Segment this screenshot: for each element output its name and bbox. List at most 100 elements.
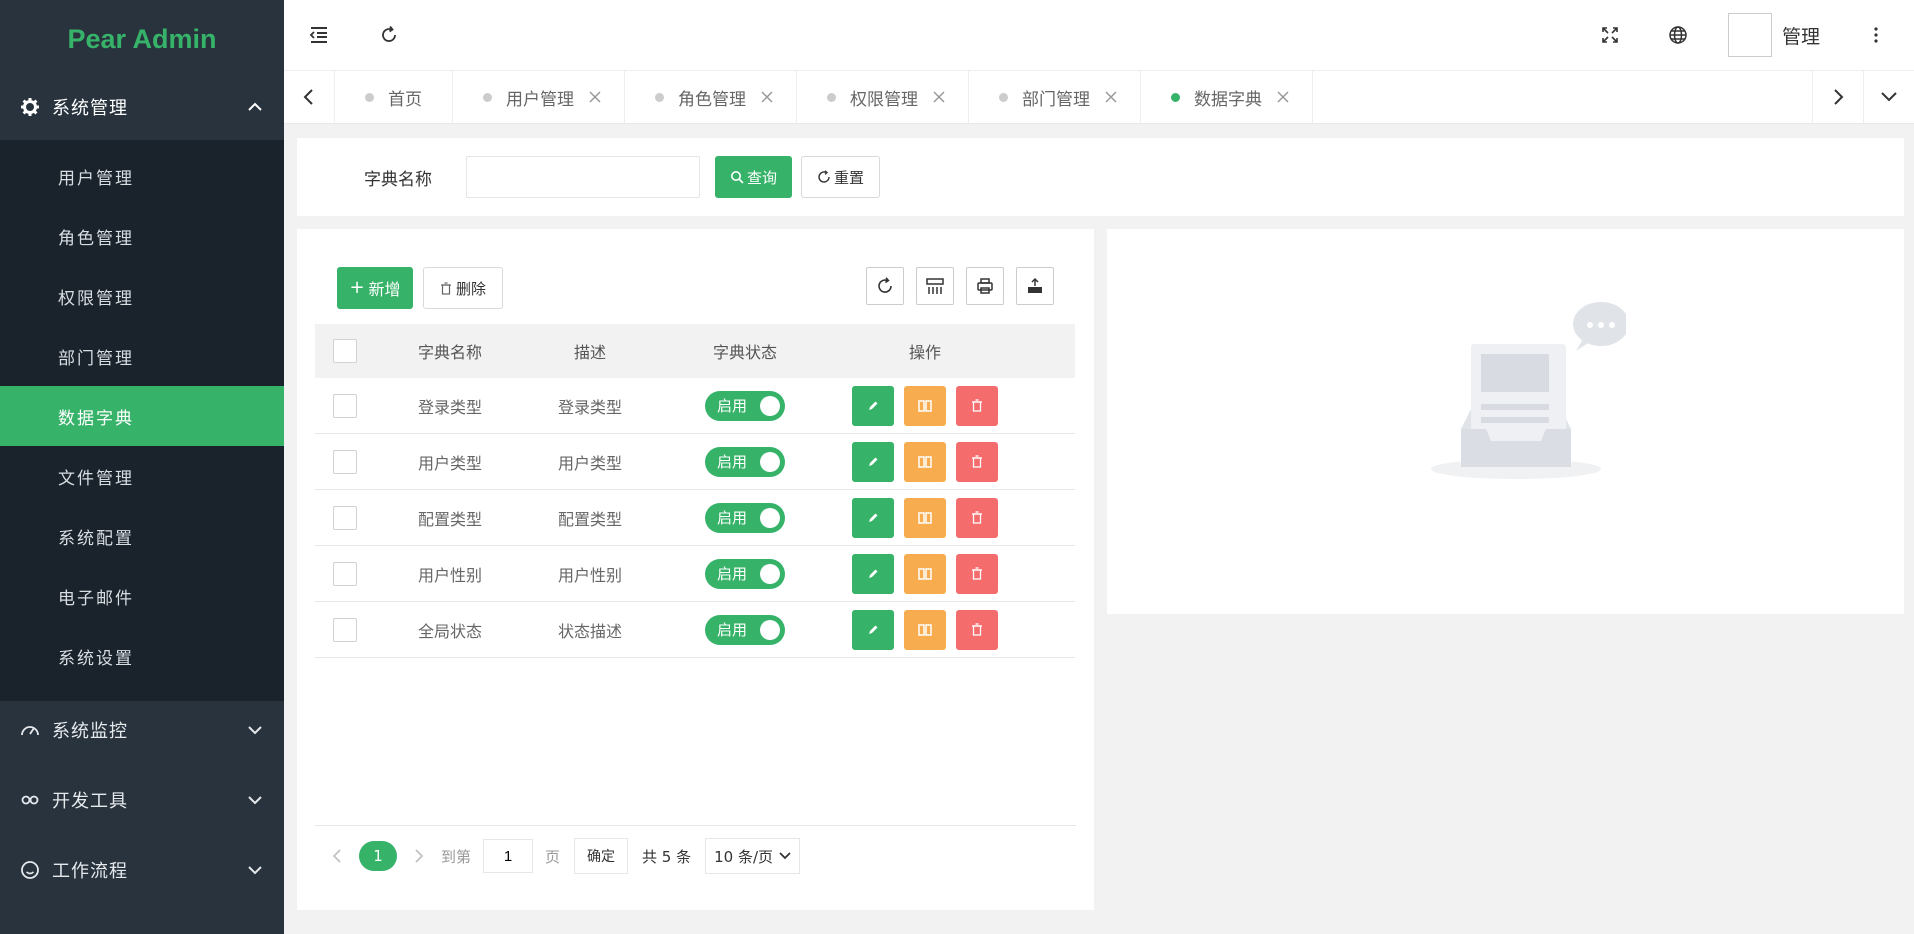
row-checkbox[interactable] xyxy=(333,449,357,474)
table-toolbar: + 新增 删除 xyxy=(337,267,503,309)
more-options-button[interactable] xyxy=(1856,0,1896,70)
query-button[interactable]: 查询 xyxy=(715,156,792,198)
detail-button[interactable] xyxy=(904,385,946,426)
goto-page-input[interactable] xyxy=(483,839,534,873)
page-number-current[interactable]: 1 xyxy=(359,841,397,871)
delete-button[interactable] xyxy=(956,441,998,482)
row-checkbox[interactable] xyxy=(333,393,357,418)
columns-icon xyxy=(918,623,932,636)
detail-button[interactable] xyxy=(904,609,946,650)
tab-label: 部门管理 xyxy=(1022,89,1090,110)
tab-menu-button[interactable] xyxy=(1864,71,1914,123)
sidebar-item-email[interactable]: 电子邮件 xyxy=(0,566,284,626)
tab-permissions[interactable]: 权限管理 xyxy=(797,71,969,123)
column-header-name: 字典名称 xyxy=(417,343,482,362)
detail-button[interactable] xyxy=(904,553,946,594)
chevron-right-icon[interactable] xyxy=(409,846,429,866)
tab-dictionary[interactable]: 数据字典 xyxy=(1141,71,1313,123)
tab-label: 用户管理 xyxy=(506,89,574,110)
reset-button[interactable]: 重置 xyxy=(801,156,880,198)
menu-group-workflow[interactable]: 工作流程 xyxy=(0,835,284,905)
table-refresh-button[interactable] xyxy=(866,267,904,305)
delete-button[interactable] xyxy=(956,609,998,650)
user-name[interactable]: 管理 xyxy=(1782,22,1820,49)
detail-button[interactable] xyxy=(904,441,946,482)
row-checkbox[interactable] xyxy=(333,617,357,642)
table-columns-button[interactable] xyxy=(916,267,954,305)
pencil-icon xyxy=(869,457,878,466)
edit-button[interactable] xyxy=(852,385,894,426)
close-icon[interactable] xyxy=(932,90,946,104)
sidebar-item-roles[interactable]: 角色管理 xyxy=(0,206,284,266)
tab-dot xyxy=(827,92,836,102)
edit-button[interactable] xyxy=(852,609,894,650)
refresh-icon xyxy=(818,170,830,183)
table-export-button[interactable] xyxy=(1016,267,1054,305)
cell-desc: 用户类型 xyxy=(557,453,622,473)
goto-confirm-button[interactable]: 确定 xyxy=(574,838,629,874)
dict-name-input[interactable] xyxy=(466,156,700,198)
trash-icon xyxy=(972,623,982,636)
menu-group-monitoring[interactable]: 系统监控 xyxy=(0,695,284,765)
sidebar-item-departments[interactable]: 部门管理 xyxy=(0,326,284,386)
trash-icon xyxy=(440,281,451,295)
add-button[interactable]: + 新增 xyxy=(337,267,413,309)
menu-group-label: 系统管理 xyxy=(52,98,128,119)
sidebar-item-settings[interactable]: 系统设置 xyxy=(0,626,284,686)
status-switch[interactable]: 启用 xyxy=(705,502,785,533)
menu-group-system-management[interactable]: 系统管理 xyxy=(0,77,284,137)
add-button-label: 新增 xyxy=(368,280,401,299)
query-button-label: 查询 xyxy=(746,168,777,187)
select-all-checkbox[interactable] xyxy=(333,339,357,363)
columns-icon xyxy=(918,455,932,468)
status-switch[interactable]: 启用 xyxy=(705,558,785,589)
tab-users[interactable]: 用户管理 xyxy=(453,71,625,123)
menu-group-label: 开发工具 xyxy=(52,791,128,812)
total-count: 共 5 条 xyxy=(642,847,692,866)
close-icon[interactable] xyxy=(760,90,774,104)
collapse-menu-button[interactable] xyxy=(284,0,354,70)
refresh-button[interactable] xyxy=(354,0,424,70)
row-checkbox[interactable] xyxy=(333,561,357,586)
sidebar-item-files[interactable]: 文件管理 xyxy=(0,446,284,506)
table-print-button[interactable] xyxy=(966,267,1004,305)
sidebar-item-users[interactable]: 用户管理 xyxy=(0,146,284,206)
menu-group-label: 工作流程 xyxy=(52,861,128,882)
switch-knob xyxy=(760,507,780,528)
edit-button[interactable] xyxy=(852,553,894,594)
sidebar-item-permissions[interactable]: 权限管理 xyxy=(0,266,284,326)
menu-group-dev-tools[interactable]: 开发工具 xyxy=(0,765,284,835)
edit-button[interactable] xyxy=(852,441,894,482)
status-switch[interactable]: 启用 xyxy=(705,390,785,421)
language-button[interactable] xyxy=(1644,0,1712,70)
close-icon[interactable] xyxy=(1104,90,1118,104)
detail-button[interactable] xyxy=(904,497,946,538)
sidebar-item-config[interactable]: 系统配置 xyxy=(0,506,284,566)
tab-scroll-left-button[interactable] xyxy=(284,71,335,123)
row-checkbox[interactable] xyxy=(333,505,357,530)
delete-button[interactable] xyxy=(956,497,998,538)
tab-scroll-right-button[interactable] xyxy=(1812,71,1864,123)
edit-button[interactable] xyxy=(852,497,894,538)
batch-delete-button[interactable]: 删除 xyxy=(423,267,503,309)
chevron-down-icon xyxy=(779,852,791,860)
tab-roles[interactable]: 角色管理 xyxy=(625,71,797,123)
delete-button[interactable] xyxy=(956,553,998,594)
tab-dot xyxy=(999,92,1008,102)
tab-home[interactable]: 首页 xyxy=(335,71,453,123)
tab-departments[interactable]: 部门管理 xyxy=(969,71,1141,123)
sidebar-item-dictionary[interactable]: 数据字典 xyxy=(0,386,284,446)
delete-button[interactable] xyxy=(956,385,998,426)
chevron-left-icon[interactable] xyxy=(327,846,347,866)
status-switch[interactable]: 启用 xyxy=(705,614,785,645)
avatar[interactable] xyxy=(1727,13,1772,57)
fullscreen-button[interactable] xyxy=(1576,0,1644,70)
close-icon[interactable] xyxy=(1276,90,1290,104)
cell-name: 用户类型 xyxy=(417,453,482,473)
table-row: 用户性别 用户性别 启用 xyxy=(315,546,1075,602)
close-icon[interactable] xyxy=(588,90,602,104)
status-switch[interactable]: 启用 xyxy=(705,446,785,477)
status-switch-label: 启用 xyxy=(717,509,748,527)
tab-label: 数据字典 xyxy=(1194,89,1262,110)
page-size-select[interactable]: 10 条/页 xyxy=(705,838,801,874)
